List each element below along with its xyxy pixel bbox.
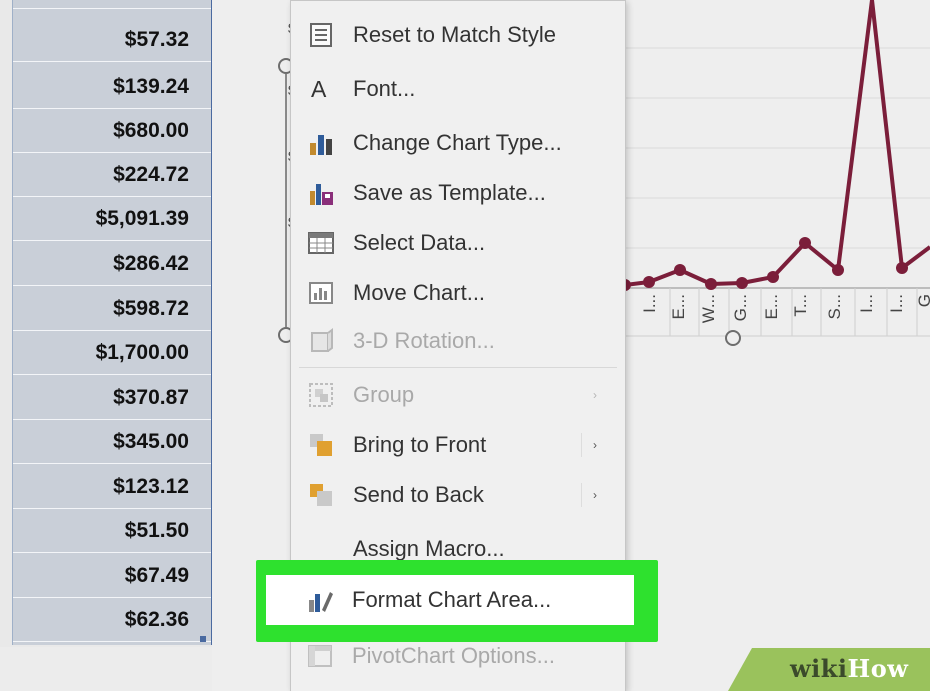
x-tick-label: E... (762, 294, 781, 320)
x-tick-label: T... (791, 294, 810, 317)
x-tick-label: S... (825, 294, 844, 320)
menu-item-format-chart-area[interactable]: Format Chart Area... (290, 576, 624, 624)
x-tick-label: I... (857, 294, 876, 313)
x-tick-label: I... (887, 294, 906, 313)
menu-item-label: Change Chart Type... (353, 130, 562, 155)
watermark-wiki: wiki (790, 654, 848, 683)
watermark-logo: wikiHow (790, 654, 908, 683)
menu-item-label: PivotChart Options... (352, 643, 555, 668)
data-series-line (624, 0, 930, 287)
data-point-marker[interactable] (674, 264, 686, 276)
menu-item-send-to-back[interactable]: Send to Back › (291, 471, 625, 519)
menu-item-label: 3-D Rotation... (353, 328, 495, 353)
menu-item-font[interactable]: A Font... (291, 65, 625, 113)
menu-item-label: Reset to Match Style (353, 22, 556, 47)
submenu-arrow-icon: › (593, 488, 597, 502)
gridlines (620, 47, 930, 249)
chart-border (285, 74, 287, 327)
menu-item-change-chart-type[interactable]: Change Chart Type... (291, 119, 625, 167)
bring-front-icon (310, 434, 332, 456)
menu-item-label: Group (353, 382, 415, 407)
send-back-icon (310, 484, 332, 506)
format-chart-area-icon (309, 592, 333, 612)
menu-item-pivotchart-options[interactable]: PivotChart Options... (290, 632, 624, 680)
group-icon (309, 383, 333, 407)
menu-item-label: Save as Template... (353, 180, 546, 205)
resize-handle[interactable] (725, 330, 741, 346)
menu-item-label: Select Data... (353, 230, 486, 255)
move-chart-icon (309, 282, 333, 304)
x-tick-label: W... (699, 294, 718, 323)
chart-type-icon (310, 135, 332, 155)
submenu-separator (581, 433, 582, 457)
menu-item-label: Font... (353, 76, 416, 101)
menu-item-label: Format Chart Area... (352, 587, 552, 612)
select-data-icon (308, 232, 334, 254)
menu-item-save-as-template[interactable]: Save as Template... (291, 169, 625, 217)
menu-item-label: Send to Back (353, 482, 484, 507)
menu-item-3d-rotation[interactable]: 3-D Rotation... (291, 317, 625, 365)
data-point-marker[interactable] (799, 237, 811, 249)
menu-item-label: Move Chart... (353, 280, 486, 305)
menu-divider (299, 367, 617, 368)
watermark-how: How (847, 654, 909, 683)
x-tick-label: I... (640, 294, 659, 313)
menu-item-move-chart[interactable]: Move Chart... (291, 269, 625, 317)
save-template-icon (310, 184, 333, 205)
pivot-options-icon (308, 645, 332, 667)
menu-item-select-data[interactable]: Select Data... (291, 219, 625, 267)
rotation-3d-icon (311, 328, 333, 352)
submenu-arrow-icon: › (593, 388, 597, 402)
data-point-marker[interactable] (896, 262, 908, 274)
data-point-marker[interactable] (643, 276, 655, 288)
data-point-marker[interactable] (705, 278, 717, 290)
menu-item-group[interactable]: Group › (291, 371, 625, 419)
x-tick-label: G (915, 294, 930, 307)
x-tick-label: G... (731, 294, 750, 321)
menu-item-label: Bring to Front (353, 432, 487, 457)
watermark-shape (728, 648, 752, 691)
screen: $57.32 $139.24 $680.00 $224.72 $5,091.39… (0, 0, 930, 691)
menu-item-reset-to-match-style[interactable]: Reset to Match Style (291, 11, 625, 59)
data-point-marker[interactable] (736, 277, 748, 289)
data-point-marker[interactable] (832, 264, 844, 276)
x-tick-label: E... (669, 294, 688, 320)
font-icon: A (311, 76, 327, 102)
menu-item-bring-to-front[interactable]: Bring to Front › (291, 421, 625, 469)
data-point-marker[interactable] (767, 271, 779, 283)
submenu-separator (581, 483, 582, 507)
reset-style-icon (310, 23, 332, 47)
submenu-arrow-icon: › (593, 438, 597, 452)
